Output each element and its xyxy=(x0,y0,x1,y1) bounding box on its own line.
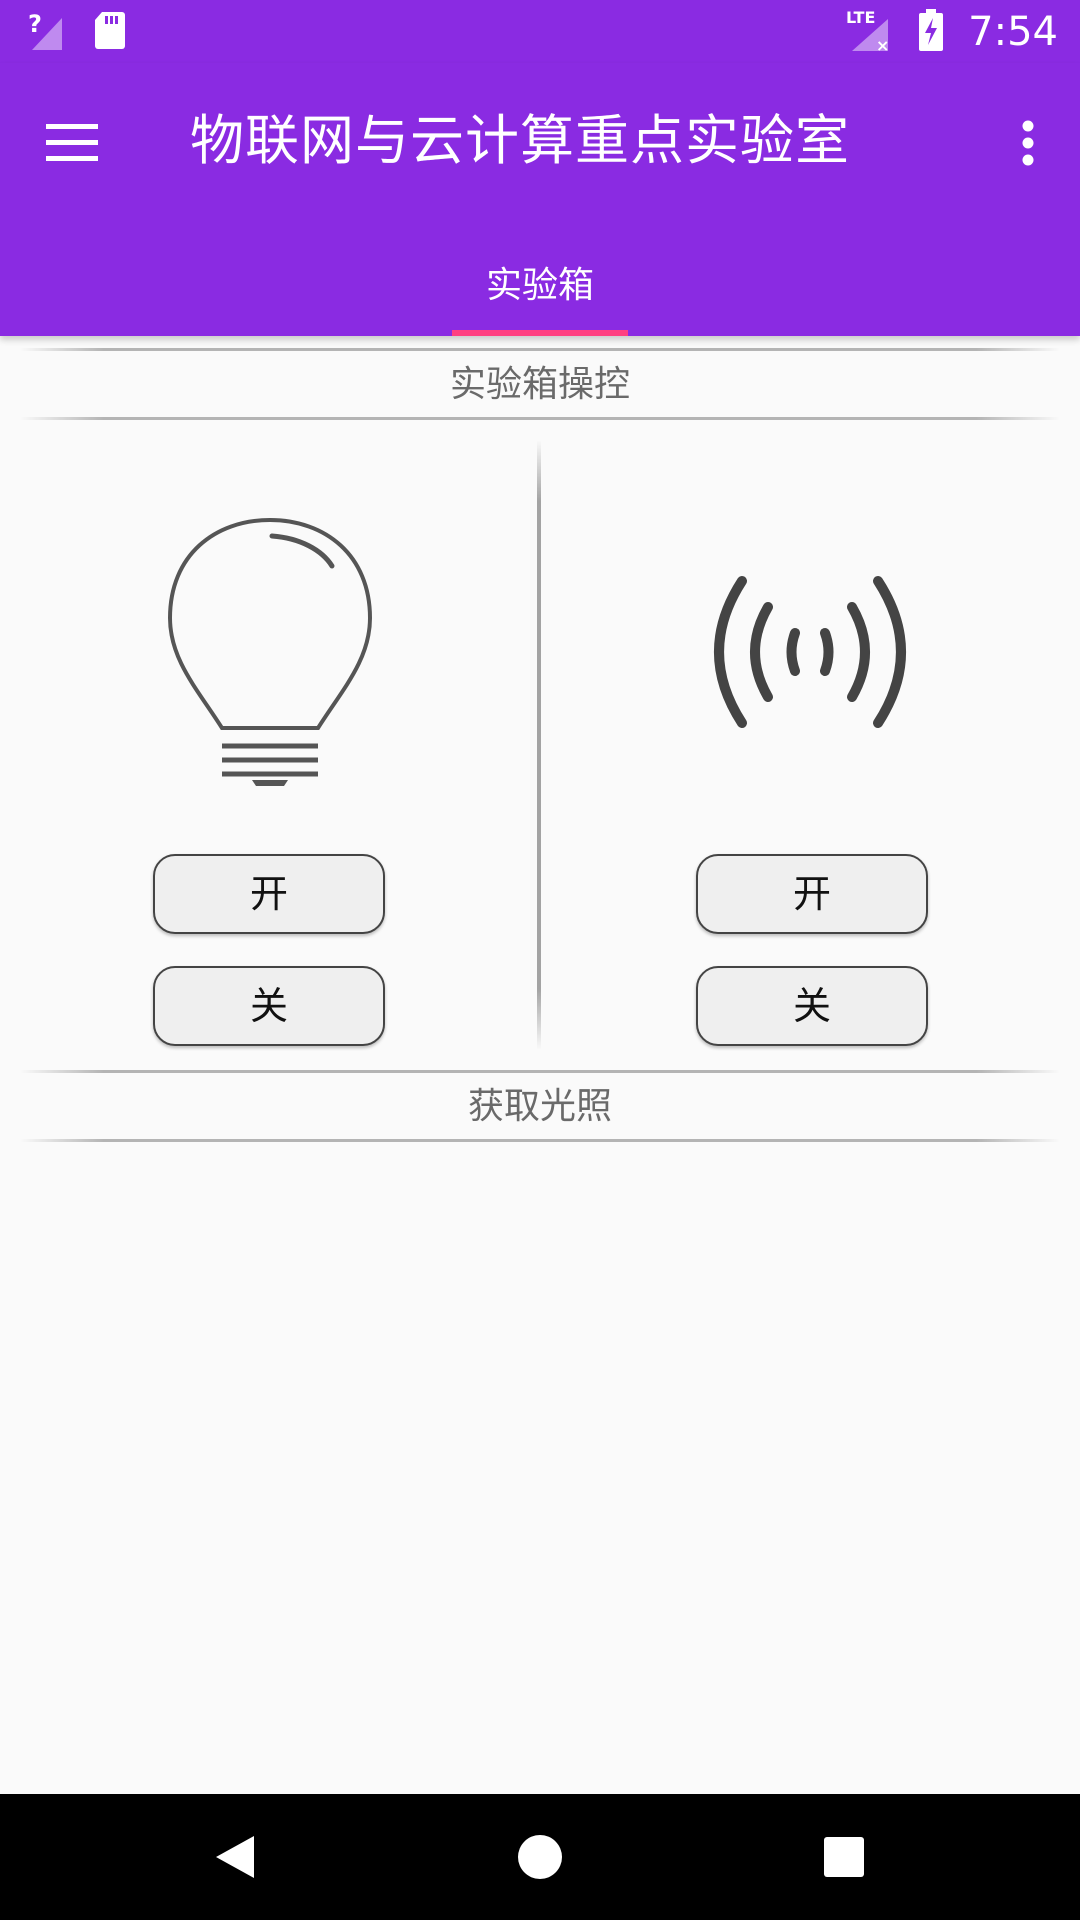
app-title: 物联网与云计算重点实验室 xyxy=(190,109,850,172)
home-icon xyxy=(518,1835,562,1879)
control-section-header: 实验箱操控 xyxy=(449,364,630,405)
more-vert-icon xyxy=(1022,120,1034,166)
status-left-icons: ? xyxy=(28,10,126,54)
signal-unknown-icon: ? xyxy=(28,10,64,54)
light-off-button[interactable]: 关 xyxy=(153,966,385,1046)
svg-text:?: ? xyxy=(28,10,42,38)
back-button[interactable] xyxy=(200,1822,270,1892)
tab-indicator xyxy=(452,330,628,336)
light-bulb-icon xyxy=(167,517,373,786)
status-bar: ? LTE × 7:54 xyxy=(0,0,1080,63)
tab-experiment-box[interactable]: 实验箱 xyxy=(452,241,628,336)
status-time: 7:54 xyxy=(968,9,1058,55)
overflow-menu-button[interactable] xyxy=(992,107,1064,179)
battery-charging-icon xyxy=(918,9,944,55)
lte-no-signal-icon: LTE × xyxy=(844,7,894,57)
lte-label: LTE xyxy=(846,8,875,27)
svg-text:×: × xyxy=(876,36,889,53)
home-button[interactable] xyxy=(505,1822,575,1892)
vertical-divider xyxy=(537,440,541,1050)
light-on-button[interactable]: 开 xyxy=(153,854,385,934)
hamburger-menu-icon xyxy=(46,124,98,161)
light-section-header[interactable]: 获取光照 xyxy=(0,1072,1080,1142)
wireless-signal-icon xyxy=(714,576,906,728)
signal-on-button[interactable]: 开 xyxy=(696,854,928,934)
back-icon xyxy=(216,1836,254,1878)
app-bar: 物联网与云计算重点实验室 实验箱 xyxy=(0,63,1080,336)
light-divider-bottom xyxy=(20,1139,1060,1142)
status-right-icons: LTE × 7:54 xyxy=(844,6,1058,58)
recents-icon xyxy=(824,1837,864,1877)
recents-button[interactable] xyxy=(809,1822,879,1892)
sd-card-icon xyxy=(94,10,126,54)
section-divider-bottom xyxy=(20,417,1060,420)
signal-off-button[interactable]: 关 xyxy=(696,966,928,1046)
screen: ? LTE × 7:54 物联网与云计算重点实验室 实验箱 实验箱操控 开 关 … xyxy=(0,0,1080,1920)
navigation-bar xyxy=(0,1794,1080,1920)
menu-button[interactable] xyxy=(36,107,108,179)
